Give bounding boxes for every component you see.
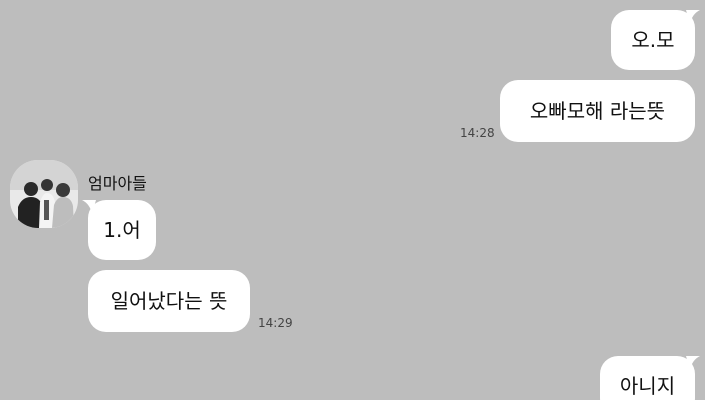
- sender-name: 엄마아들: [88, 174, 147, 193]
- message-text: 아니지: [619, 374, 676, 398]
- outgoing-message-bubble[interactable]: 오.모: [611, 10, 695, 70]
- message-text: 1.어: [103, 218, 141, 242]
- incoming-message-bubble[interactable]: 일어났다는 뜻: [88, 270, 250, 332]
- outgoing-message-bubble[interactable]: 오빠모해 라는뜻: [500, 80, 695, 142]
- message-text: 오.모: [631, 28, 675, 52]
- message-text: 일어났다는 뜻: [110, 289, 228, 313]
- sender-avatar[interactable]: [10, 160, 78, 228]
- outgoing-bubble-tail: [686, 10, 700, 24]
- message-timestamp: 14:28: [460, 126, 495, 140]
- outgoing-message-bubble[interactable]: 아니지: [600, 356, 695, 400]
- outgoing-bubble-tail: [686, 356, 700, 370]
- message-text: 오빠모해 라는뜻: [529, 99, 666, 123]
- incoming-message-bubble[interactable]: 1.어: [88, 200, 156, 260]
- message-timestamp: 14:29: [258, 316, 293, 330]
- avatar-photo-icon: [10, 160, 78, 228]
- chat-screen: 오.모 오빠모해 라는뜻 14:28 엄마아들 1.어 일어났다는 뜻 14:2…: [0, 0, 705, 400]
